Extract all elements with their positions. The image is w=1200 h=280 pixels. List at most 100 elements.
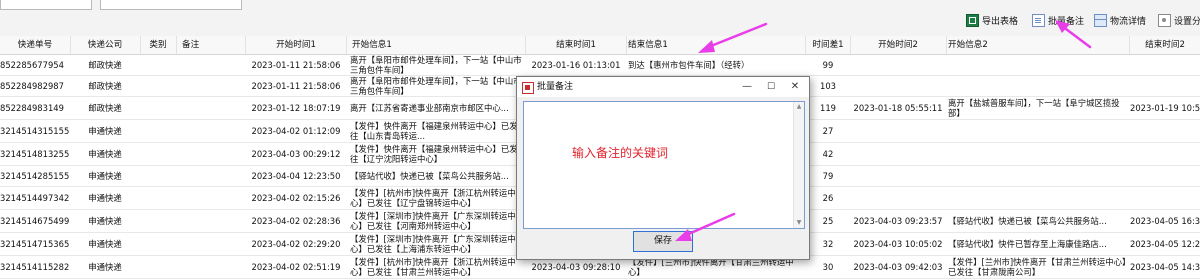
end-time-2 — [1130, 120, 1200, 142]
dialog-title-bar[interactable]: 批量备注 — ☐ ✕ — [517, 77, 809, 97]
end-time-1: 2023-01-16 01:13:01 — [531, 60, 621, 70]
column-header[interactable]: 开始信息1 — [346, 36, 526, 54]
courier-company: 申通快递 — [88, 216, 122, 226]
start-info-1: 【发件】[杭州市]快件离开【浙江杭州转运中心】已发往【辽宁盘锦转运中心】 — [350, 188, 516, 208]
save-button[interactable]: 保存 — [633, 231, 693, 252]
start-info-2 — [948, 166, 1128, 186]
close-button[interactable]: ✕ — [783, 77, 807, 97]
courier-company: 申通快递 — [88, 149, 122, 159]
time-diff-1: 119 — [820, 103, 836, 113]
start-time-2 — [850, 166, 946, 186]
time-diff-1: 25 — [822, 216, 834, 226]
tracking-number: 852285677954 — [0, 60, 64, 70]
column-header[interactable]: 备注 — [176, 36, 246, 54]
start-info-2 — [948, 143, 1128, 165]
start-info-1: 【发件】[深圳市]快件离开【广东深圳转运中心】已发往【上海浦东转运中心】 — [350, 234, 516, 254]
column-header[interactable]: 开始时间2 — [850, 36, 947, 54]
start-time-2 — [850, 76, 946, 96]
settings-button[interactable]: 设置分 — [1158, 12, 1200, 28]
vertical-scrollbar[interactable]: ▲ ▼ — [793, 102, 804, 228]
maximize-button[interactable]: ☐ — [759, 77, 783, 97]
column-header[interactable]: 类别 — [140, 36, 177, 54]
tracking-number: 852284983149 — [0, 103, 64, 113]
column-header[interactable]: 开始信息2 — [946, 36, 1130, 54]
tracking-number: 3214514497342 — [0, 193, 70, 203]
note-keyword-textarea[interactable]: 输入备注的关键词 ▲ ▼ — [523, 101, 805, 229]
start-info-2: 离开【盐城普服车间】，下一站【阜宁城区揽投部】 — [948, 98, 1120, 118]
hint-text: 输入备注的关键词 — [572, 146, 669, 160]
column-header[interactable]: 时间差1 — [806, 36, 851, 54]
courier-company: 申通快递 — [88, 193, 122, 203]
courier-company: 邮政快递 — [88, 103, 122, 113]
start-time-2 — [850, 143, 946, 165]
tracking-number: 3214514813255 — [0, 149, 70, 159]
time-diff-1: 27 — [822, 126, 834, 136]
courier-company: 申通快递 — [88, 171, 122, 181]
start-info-1: 【发件】[深圳市]快件离开【广东深圳转运中心】已发往【河南郑州转运中心】 — [350, 211, 516, 231]
tracking-number: 3214514715365 — [0, 239, 70, 249]
logistics-detail-label: 物流详情 — [1110, 16, 1147, 27]
column-header[interactable]: 结束时间1 — [526, 36, 627, 54]
scroll-up-icon[interactable]: ▲ — [794, 102, 804, 112]
start-info-1: 【发件】快件离开【福建泉州转运中心】已发往【山东青岛转运... — [350, 121, 518, 141]
batch-note-label: 批量备注 — [1048, 16, 1085, 27]
column-header[interactable]: 开始时间1 — [246, 36, 347, 54]
export-table-button[interactable]: 导出表格 — [966, 12, 1018, 28]
batch-note-button[interactable]: 批量备注 — [1032, 12, 1084, 28]
table-header: 快递单号 快递公司 类别 备注 开始时间1 开始信息1 结束时间1 结束信息1 … — [0, 36, 1200, 55]
minimize-button[interactable]: — — [735, 77, 759, 97]
start-time-1: 2023-04-02 02:51:19 — [251, 262, 341, 272]
time-diff-1: 26 — [822, 193, 834, 203]
start-time-2 — [850, 120, 946, 142]
courier-company: 申通快递 — [88, 262, 122, 272]
start-time-1: 2023-04-02 02:28:36 — [251, 216, 341, 226]
note-icon — [1032, 13, 1045, 27]
filter-box[interactable] — [100, 0, 242, 10]
tracking-number: 852284982987 — [0, 81, 64, 91]
column-header[interactable]: 结束信息1 — [626, 36, 806, 54]
start-time-1: 2023-04-03 00:29:12 — [251, 149, 341, 159]
start-info-2: 【驿站代收】快件已暂存至上海康佳路店... — [948, 239, 1107, 249]
time-diff-1: 30 — [822, 262, 834, 272]
tracking-number: 3214514115282 — [0, 262, 70, 272]
end-time-2: 2023-04-05 14:39 — [1130, 262, 1200, 272]
start-time-1: 2023-04-02 02:15:26 — [251, 193, 341, 203]
time-diff-1: 32 — [822, 239, 834, 249]
column-header[interactable]: 快递单号 — [0, 36, 71, 54]
start-info-1: 【驿站代收】快递已被【菜鸟公共服务站... — [350, 171, 509, 181]
time-diff-1: 42 — [822, 149, 834, 159]
time-diff-1: 103 — [820, 81, 836, 91]
start-time-2: 2023-04-03 09:23:57 — [853, 216, 943, 226]
logistics-detail-button[interactable]: 物流详情 — [1094, 12, 1146, 28]
courier-company: 申通快递 — [88, 126, 122, 136]
start-info-2 — [948, 120, 1128, 142]
start-time-2 — [850, 55, 946, 75]
start-info-2: 【发件】[兰州市]快件离开【甘肃兰州转运中心】已发往【甘肃陇南公司】 — [948, 257, 1127, 277]
details-icon — [1094, 13, 1107, 27]
time-diff-1: 79 — [822, 171, 834, 181]
scroll-down-icon[interactable]: ▼ — [794, 218, 804, 228]
start-info-1: 【发件】快件离开【福建泉州转运中心】已发往【辽宁沈阳转运中心】 — [350, 144, 518, 164]
end-time-2 — [1130, 143, 1200, 165]
start-time-1: 2023-01-11 21:58:06 — [251, 81, 341, 91]
column-header[interactable]: 快递公司 — [70, 36, 141, 54]
start-info-1: 离开【江苏省寄递事业部南京市邮区中心... — [350, 103, 509, 113]
end-time-2 — [1130, 187, 1200, 209]
start-time-2: 2023-04-03 10:05:02 — [853, 239, 943, 249]
start-time-1: 2023-04-02 01:12:09 — [251, 126, 341, 136]
filter-box[interactable] — [0, 0, 92, 10]
table-row[interactable]: 852285677954 邮政快递 2023-01-11 21:58:06 离开… — [0, 55, 1200, 76]
start-info-1: 离开【阜阳市邮件处理车间】，下一站【中山市三角包件车间】 — [350, 76, 522, 96]
start-time-1: 2023-04-02 02:29:20 — [251, 239, 341, 249]
start-info-2 — [948, 187, 1128, 209]
start-time-1: 2023-01-12 18:07:19 — [251, 103, 341, 113]
start-info-2 — [948, 76, 1128, 96]
toolbar: 导出表格 批量备注 物流详情 设置分 — [0, 0, 1200, 37]
end-time-2 — [1130, 55, 1200, 75]
time-diff-1: 99 — [822, 60, 834, 70]
column-header[interactable]: 结束时间2 — [1130, 36, 1200, 54]
end-time-2: 2023-04-05 12:21 — [1130, 239, 1200, 249]
settings-icon — [1158, 13, 1171, 27]
start-info-2 — [948, 55, 1128, 75]
end-time-2 — [1130, 76, 1200, 96]
